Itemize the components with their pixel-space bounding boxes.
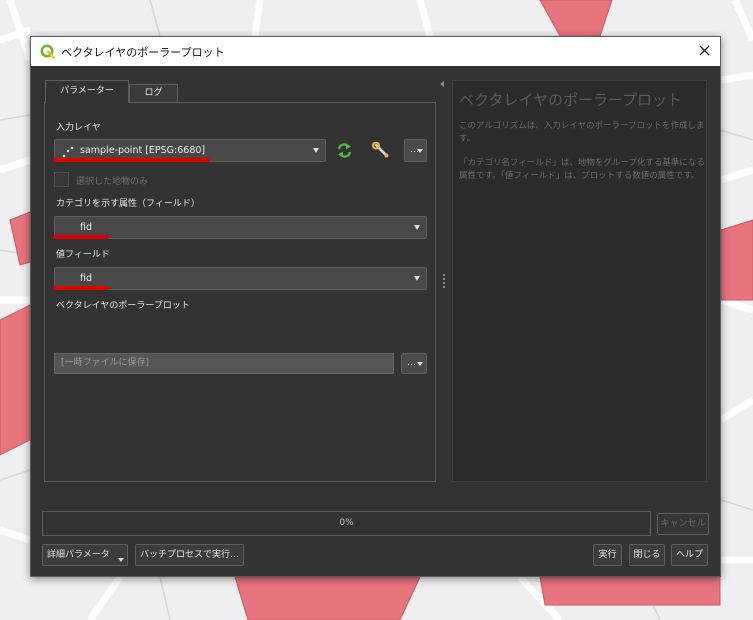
refresh-button[interactable] bbox=[336, 143, 353, 161]
chevron-down-icon bbox=[414, 225, 420, 230]
cancel-label: キャンセル bbox=[660, 519, 706, 529]
parameters-panel: 入力レイヤ sample-point [EPSG:6680] … 選択した地物の… bbox=[44, 102, 436, 482]
layer-settings-button[interactable] bbox=[372, 141, 390, 162]
progress-text: 0% bbox=[339, 518, 354, 528]
splitter-handle[interactable] bbox=[443, 286, 445, 288]
tab-parameters[interactable]: パラメーター bbox=[45, 80, 129, 103]
wrench-icon bbox=[372, 141, 389, 158]
value-field-label: 値フィールド bbox=[56, 250, 110, 260]
help-label: ヘルプ bbox=[675, 550, 703, 560]
splitter-handle[interactable] bbox=[443, 278, 445, 280]
output-file-field[interactable]: [一時ファイルに保存] bbox=[54, 353, 394, 374]
chevron-down-icon bbox=[417, 362, 423, 366]
progress-bar: 0% bbox=[42, 511, 651, 536]
point-layer-icon bbox=[62, 146, 74, 158]
cancel-button[interactable]: キャンセル bbox=[657, 513, 709, 535]
advanced-label: 詳細パラメータ bbox=[47, 550, 110, 560]
category-field-label: カテゴリを示す属性（フィールド） bbox=[56, 199, 200, 209]
category-field-combo[interactable]: fid bbox=[54, 216, 427, 239]
chevron-down-icon bbox=[417, 149, 423, 153]
chevron-down-icon bbox=[118, 558, 124, 562]
chevron-down-icon bbox=[414, 276, 420, 281]
value-field-value: fid bbox=[80, 273, 93, 284]
close-button[interactable]: 閉じる bbox=[629, 544, 665, 566]
close-icon bbox=[699, 45, 710, 56]
category-field-value: fid bbox=[80, 222, 93, 233]
tab-parameters-label: パラメーター bbox=[60, 86, 114, 96]
input-layer-browse-button[interactable]: … bbox=[404, 139, 427, 162]
advanced-parameters-button[interactable]: 詳細パラメータ bbox=[42, 544, 128, 566]
browse-label: … bbox=[407, 358, 416, 368]
value-field-combo[interactable]: fid bbox=[54, 267, 427, 290]
help-title: ベクタレイヤのポーラープロット bbox=[459, 91, 683, 109]
output-file-value: [一時ファイルに保存] bbox=[61, 358, 150, 368]
dialog-title: ベクタレイヤのポーラープロット bbox=[61, 46, 225, 59]
close-label: 閉じる bbox=[633, 550, 661, 560]
polar-plot-dialog: ベクタレイヤのポーラープロット パラメーター ログ 入力レイヤ sample-p… bbox=[30, 36, 721, 577]
selected-only-checkbox[interactable] bbox=[54, 172, 69, 187]
splitter-handle[interactable] bbox=[443, 282, 445, 284]
refresh-icon bbox=[337, 143, 352, 158]
tab-log-label: ログ bbox=[144, 88, 163, 98]
chevron-down-icon bbox=[313, 148, 319, 153]
run-button[interactable]: 実行 bbox=[593, 544, 622, 566]
batch-label: バッチプロセスで実行… bbox=[139, 550, 239, 560]
selected-only-label: 選択した地物のみ bbox=[76, 177, 149, 187]
batch-process-button[interactable]: バッチプロセスで実行… bbox=[135, 544, 244, 566]
qgis-logo-icon bbox=[40, 44, 55, 59]
help-paragraph-2: 「カテゴリ名フィールド」は、地物をグループ化する基準になる属性です。「値フィール… bbox=[459, 158, 705, 181]
collapse-arrow-icon[interactable] bbox=[440, 81, 444, 87]
help-button[interactable]: ヘルプ bbox=[671, 544, 708, 566]
help-panel: ベクタレイヤのポーラープロット このアルゴリズムは、入力レイヤのポーラープロット… bbox=[452, 80, 707, 482]
input-layer-value: sample-point [EPSG:6680] bbox=[80, 145, 206, 156]
output-label: ベクタレイヤのポーラープロット bbox=[56, 301, 190, 311]
close-window-button[interactable] bbox=[690, 37, 720, 66]
input-layer-label: 入力レイヤ bbox=[56, 123, 101, 133]
output-browse-button[interactable]: … bbox=[401, 353, 427, 374]
highlight-underline bbox=[53, 235, 109, 239]
highlight-underline bbox=[53, 286, 109, 290]
splitter-handle[interactable] bbox=[443, 274, 445, 276]
help-paragraph-1: このアルゴリズムは、入力レイヤのポーラープロットを作成します。 bbox=[459, 121, 705, 144]
tab-log[interactable]: ログ bbox=[129, 84, 178, 102]
dialog-titlebar: ベクタレイヤのポーラープロット bbox=[31, 37, 720, 66]
run-label: 実行 bbox=[598, 550, 617, 560]
highlight-underline bbox=[53, 158, 210, 162]
